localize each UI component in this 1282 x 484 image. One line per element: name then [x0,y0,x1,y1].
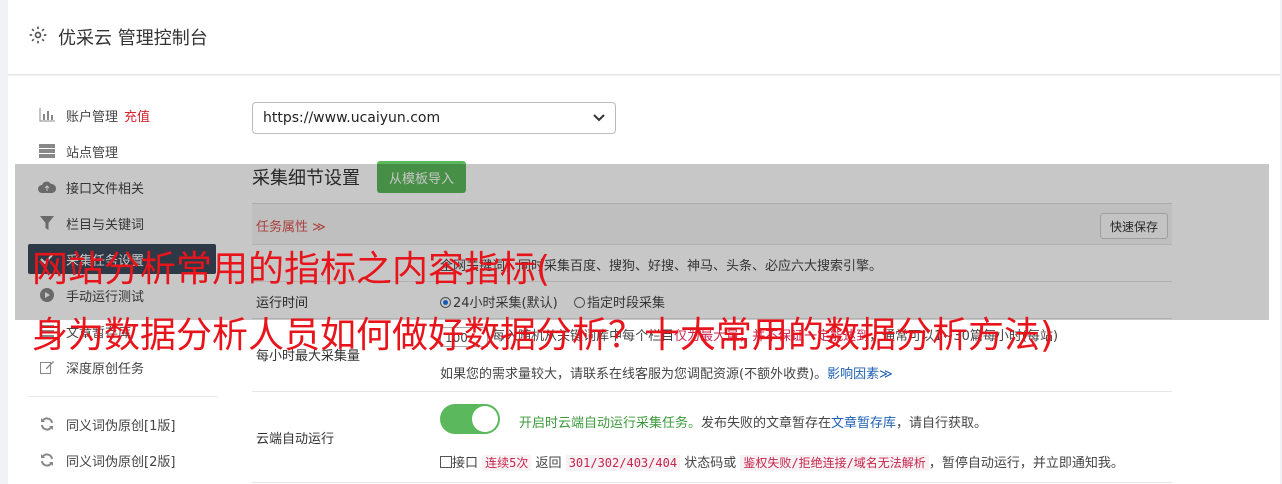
watermark-line-1: 网站分析常用的指标之内容指标( [32,249,551,290]
sidebar-item-sites[interactable]: 站点管理 [38,136,214,166]
cloud-run-desc: 开启时云端自动运行采集任务。发布失败的文章暂存在文章暂存库，请自行获取。 [519,412,987,431]
refresh-icon [38,452,56,468]
cloud-desc: 发布失败的文章暂存在 [701,416,832,431]
toggle-knob [472,406,498,432]
pause-checkbox[interactable] [440,456,452,468]
cloud-enabled-text: 开启时云端自动运行采集任务。 [519,416,702,431]
chk-prefix: 接口 [452,456,479,471]
watermark-line-2: 身为数据分析人员如何做好数据分析？十大常用的数据分析方法) [32,315,1055,356]
cloud-desc-2: ，请自行获取。 [896,416,988,431]
sidebar-item-label: 深度原创任务 [66,361,145,377]
hourly-note: 如果您的需求量较大，请联系在线客服为您调配资源(不额外收费)。 [440,367,828,382]
bar-chart-icon [38,107,56,123]
article-store-link[interactable]: 文章暂存库 [831,416,896,431]
table-row: 云端自动运行 开启时云端自动运行采集任务。发布失败的文章暂存在文章暂存库，请自行… [252,392,1172,483]
cloud-run-toggle[interactable] [440,404,500,434]
sidebar-item-label: 同义词伪原创[1版] [66,418,176,434]
hourly-note-line: 如果您的需求量较大，请联系在线客服为您调配资源(不额外收费)。影响因素≫ [440,363,893,382]
page-title: 优采云 管理控制台 [58,28,208,49]
code-status-codes: 301/302/403/404 [565,455,681,471]
code-5-times: 连续5次 [482,455,532,471]
refresh-icon [38,416,56,432]
pause-condition-line: 接口 连续5次 返回 301/302/403/404 状态码或 鉴权失败/拒绝连… [440,452,1124,471]
code-auth-fail: 鉴权失败/拒绝连接/域名无法解析 [740,455,929,471]
sidebar-divider [28,396,218,397]
sidebar-item-synonym-v1[interactable]: 同义词伪原创[1版] [38,409,214,439]
site-select[interactable]: https://www.ucaiyun.com [252,102,616,134]
tail-text: ，暂停自动运行，并立即通知我。 [928,456,1124,471]
sidebar-item-label: 账户管理 [66,109,119,125]
gear-icon [29,26,47,44]
influence-factors-link[interactable]: 影响因素≫ [827,367,893,382]
edit-icon [38,359,56,375]
sidebar-item-label: 同义词伪原创[2版] [66,454,176,470]
mid-text-1: 返回 [535,456,562,471]
server-icon [38,143,56,159]
chevron-down-icon [593,114,605,122]
sidebar-item-synonym-v2[interactable]: 同义词伪原创[2版] [38,445,214,475]
sidebar-item-label: 站点管理 [66,145,119,161]
site-select-value: https://www.ucaiyun.com [263,110,441,126]
app-header: 优采云 管理控制台 [8,0,1280,75]
sidebar-item-account[interactable]: 账户管理 充值 [38,100,214,130]
mid-text-2: 状态码或 [684,456,737,471]
recharge-link[interactable]: 充值 [124,106,150,125]
cloud-run-label: 云端自动运行 [256,432,335,447]
